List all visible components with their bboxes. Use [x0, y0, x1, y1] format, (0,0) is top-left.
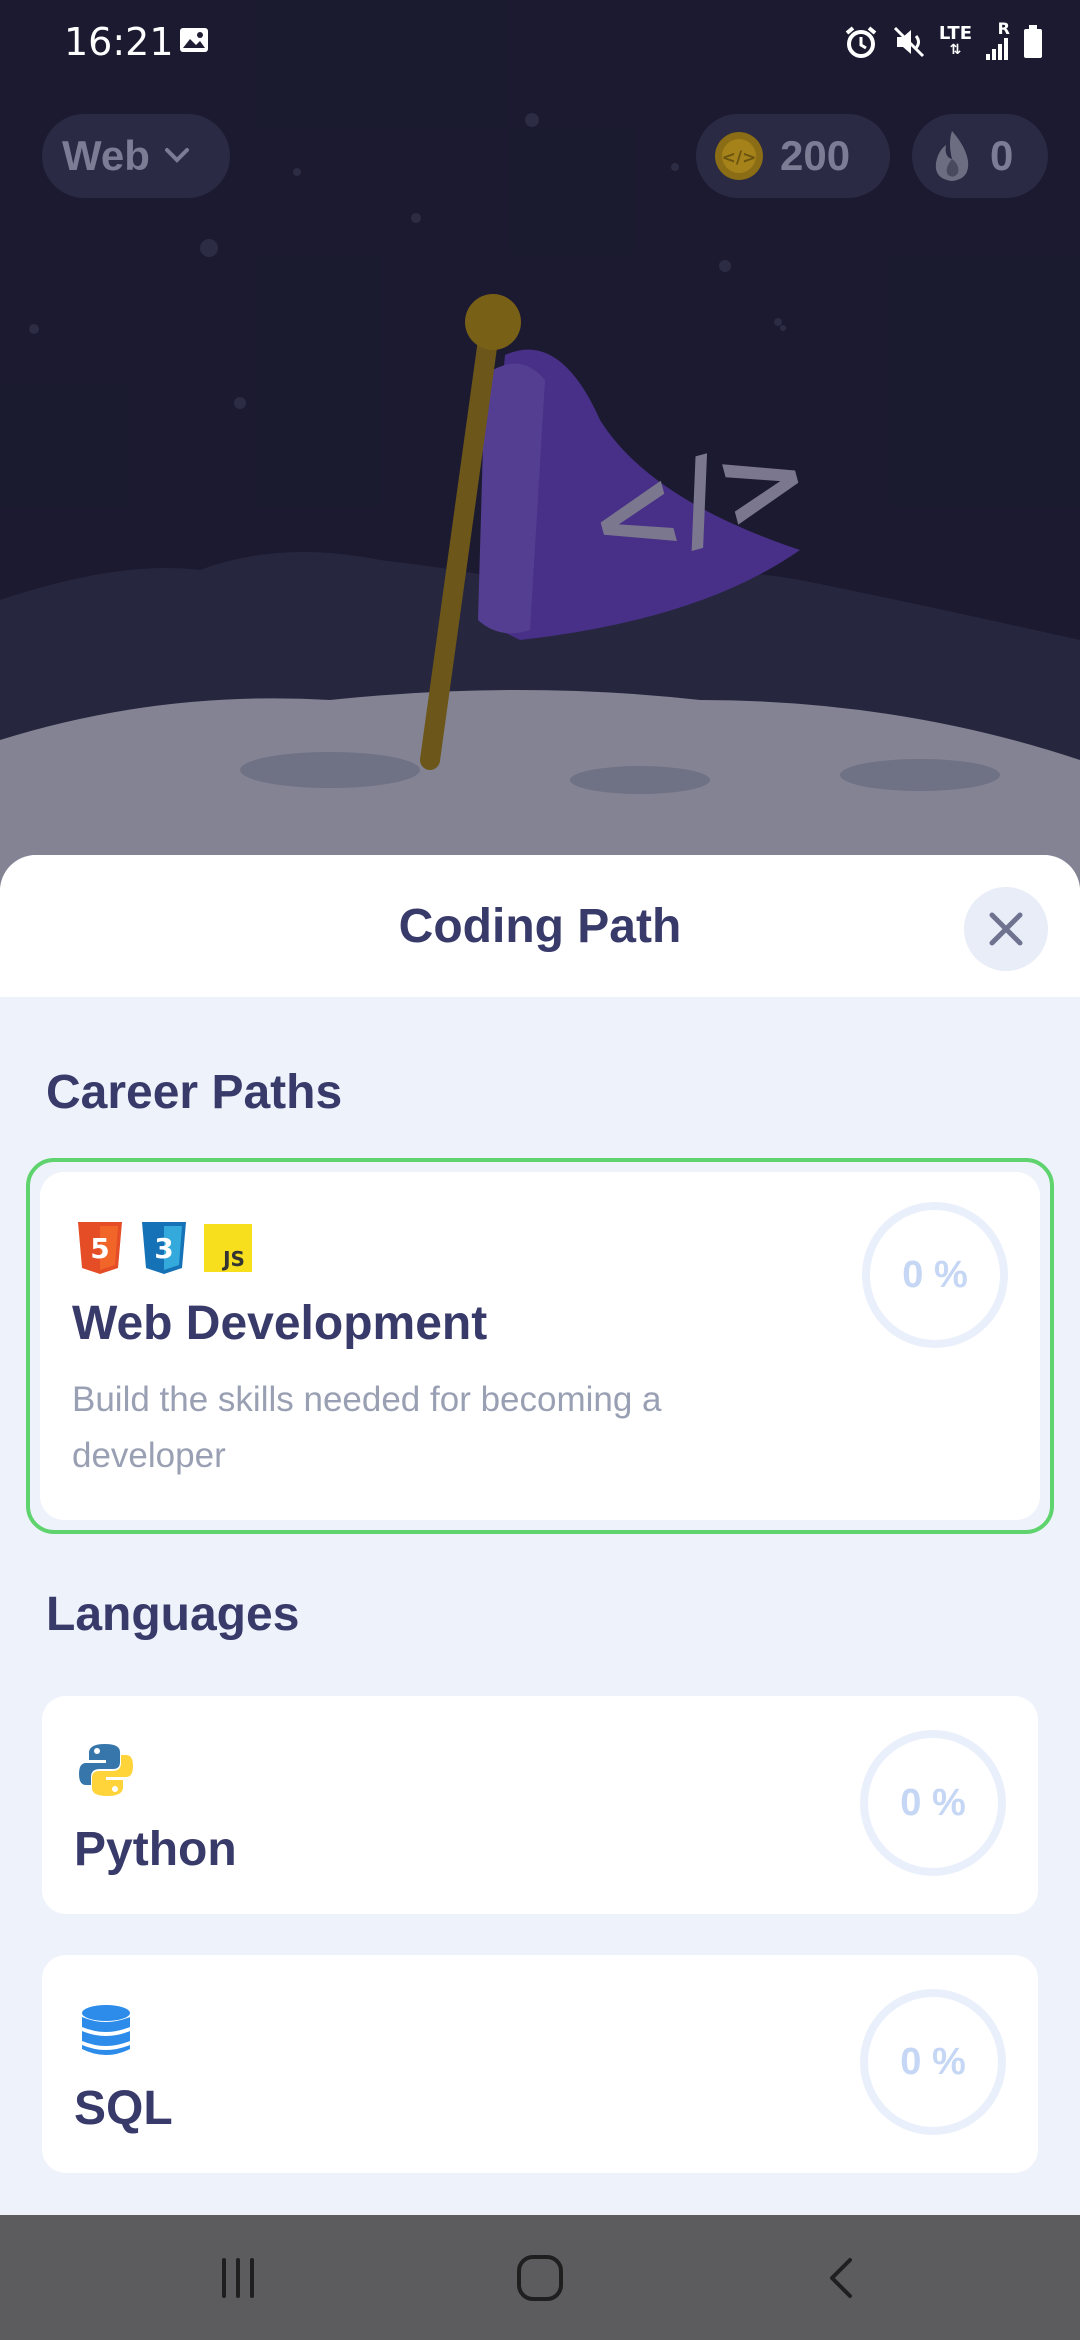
signal-icon: [986, 38, 1008, 60]
career-paths-heading: Career Paths: [46, 1066, 343, 1119]
svg-text:3: 3: [154, 1232, 173, 1265]
recent-apps-button[interactable]: [168, 2215, 308, 2340]
signal-indicator: R: [984, 21, 1010, 62]
chevron-down-icon: [164, 148, 189, 163]
streak-count: 0: [990, 132, 1014, 179]
close-button[interactable]: [964, 887, 1048, 971]
card-title: Python: [74, 1823, 237, 1876]
sql-card[interactable]: SQL 0 %: [42, 1955, 1038, 2173]
gallery-icon: [180, 28, 208, 52]
card-title: SQL: [74, 2082, 173, 2135]
svg-text:</>: </>: [722, 148, 757, 168]
card-title: Web Development: [72, 1297, 488, 1350]
sheet-header: Coding Path: [0, 855, 1080, 997]
course-selector[interactable]: Web: [42, 114, 230, 198]
system-nav-bar: [0, 2215, 1080, 2340]
flame-icon: [935, 131, 969, 181]
status-time: 16:21: [64, 20, 174, 64]
database-icon: [82, 2005, 130, 2055]
html5-icon: 5: [78, 1222, 122, 1274]
progress-value: 0 %: [900, 1781, 966, 1824]
home-button[interactable]: [470, 2215, 610, 2340]
progress-ring: 0 %: [860, 1730, 1006, 1876]
sheet-title: Coding Path: [398, 900, 682, 953]
languages-heading: Languages: [46, 1588, 300, 1641]
alarm-icon: [845, 26, 877, 58]
svg-text:5: 5: [90, 1232, 109, 1265]
progress-value: 0 %: [900, 2040, 966, 2083]
progress-ring: 0 %: [860, 1989, 1006, 2135]
card-description: Build the skills needed for becoming a d…: [72, 1380, 662, 1475]
javascript-icon: JS: [204, 1224, 252, 1272]
mute-icon: [893, 26, 924, 58]
status-bar: 16:21 LTE ⇅ R: [0, 0, 1080, 80]
coins-count: 200: [780, 132, 851, 179]
css3-icon: 3: [142, 1222, 186, 1274]
web-development-card[interactable]: 5 3 JS Web Development Build the skills …: [40, 1172, 1040, 1520]
home-icon: [517, 2254, 563, 2301]
back-icon: [830, 2257, 852, 2298]
python-icon: [79, 1744, 133, 1796]
network-type: LTE ⇅: [938, 23, 972, 59]
coin-icon: </>: [715, 132, 763, 180]
recent-apps-icon: [222, 2257, 254, 2298]
close-icon: [989, 912, 1023, 946]
python-card[interactable]: Python 0 %: [42, 1696, 1038, 1914]
svg-text:JS: JS: [221, 1247, 245, 1271]
progress-ring: 0 %: [862, 1202, 1008, 1348]
status-icons: LTE ⇅ R: [843, 20, 1044, 64]
course-label: Web: [62, 132, 150, 179]
web-development-card-outline[interactable]: 5 3 JS Web Development Build the skills …: [26, 1158, 1054, 1534]
battery-icon: [1024, 25, 1042, 58]
coding-path-sheet: Coding Path Career Paths 5 3 JS Web Deve…: [0, 855, 1080, 2215]
streak-badge[interactable]: 0: [912, 114, 1048, 198]
back-button[interactable]: [772, 2215, 912, 2340]
coins-badge[interactable]: </> 200: [696, 114, 890, 198]
tech-icons: 5 3 JS: [76, 1220, 252, 1276]
progress-value: 0 %: [902, 1253, 968, 1296]
